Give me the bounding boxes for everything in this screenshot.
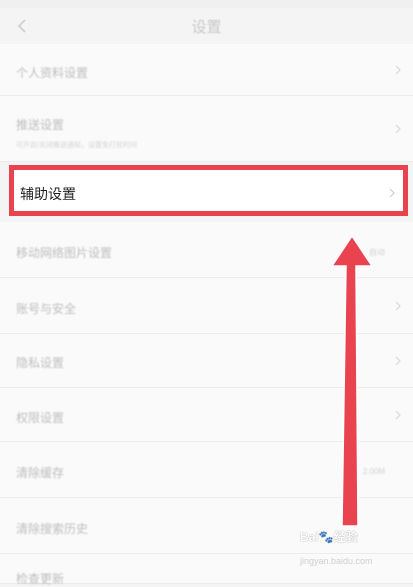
nav-bar: 设置 <box>0 8 413 44</box>
row-assist-settings[interactable]: 辅助设置 <box>9 165 408 216</box>
row-label: 账号与安全 <box>16 302 77 316</box>
settings-screen: 设置 个人资料设置 推送设置 可开启/关闭推送通知，设置免打扰时间 辅助设置 移… <box>0 0 413 586</box>
back-button[interactable] <box>12 16 32 36</box>
row-label: 清除缓存 <box>16 466 65 480</box>
status-bar <box>0 0 413 8</box>
chevron-right-icon <box>387 186 397 200</box>
watermark-brand-suffix: 经验 <box>333 530 358 544</box>
page-title: 设置 <box>191 18 222 36</box>
chevron-right-icon <box>393 299 403 313</box>
row-label: 检查更新 <box>16 572 65 586</box>
row-push-settings[interactable]: 推送设置 可开启/关闭推送通知，设置免打扰时间 <box>0 96 413 162</box>
row-subtitle: 可开启/关闭推送通知，设置免打扰时间 <box>16 142 137 149</box>
chevron-right-icon <box>393 354 403 368</box>
row-label: 权限设置 <box>16 411 65 425</box>
paw-icon: 🐾 <box>318 530 334 544</box>
watermark-url: jingyan.baidu.com <box>300 556 373 566</box>
watermark-brand: Bai <box>300 530 319 544</box>
row-label: 隐私设置 <box>16 356 65 370</box>
row-label: 辅助设置 <box>20 186 76 202</box>
row-label: 个人资料设置 <box>16 66 89 80</box>
arrow-up-icon <box>330 236 374 527</box>
row-profile-settings[interactable]: 个人资料设置 <box>0 44 413 96</box>
watermark-logo: Bai🐾经验 <box>300 528 358 545</box>
chevron-right-icon <box>393 408 403 422</box>
row-label: 移动网络图片设置 <box>16 246 113 260</box>
chevron-right-icon <box>393 63 403 77</box>
row-label: 推送设置 <box>16 118 65 132</box>
chevron-right-icon <box>393 122 403 136</box>
row-label: 清除搜索历史 <box>16 522 89 536</box>
chevron-left-icon <box>17 19 26 33</box>
